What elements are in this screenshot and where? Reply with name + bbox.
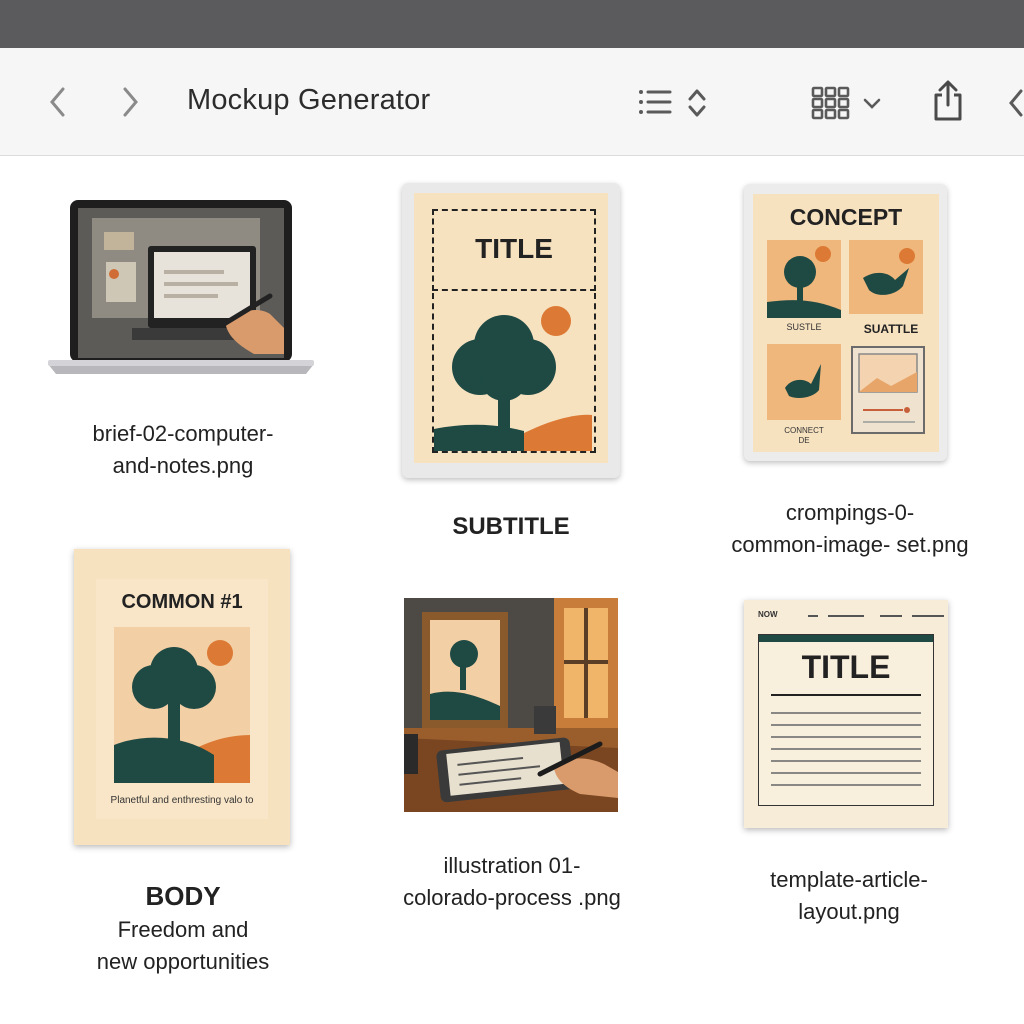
toolbar-overflow-button[interactable]	[1006, 86, 1024, 120]
tree-tile	[767, 240, 841, 318]
back-button[interactable]	[40, 84, 76, 120]
file-name-line: and-notes.png	[112, 453, 254, 478]
concept-label-line: CONNECT	[784, 426, 824, 435]
file-name-line: crompings-0-	[785, 500, 915, 525]
file-name: illustration 01- colorado-process .png	[372, 850, 652, 914]
caption-heading: BODY	[145, 881, 221, 911]
file-name-line: template-article-	[770, 867, 928, 892]
sort-updown-icon	[688, 89, 706, 117]
file-name-line: colorado-process .png	[403, 885, 621, 910]
chevron-left-icon	[1009, 89, 1023, 117]
desk-illustration	[404, 598, 618, 812]
file-thumbnail-concept[interactable]: CONCEPT SUSTLE SUATTLE CONNECT DE	[744, 184, 947, 461]
poster-body-text: Planetful and enthresting valo to	[110, 795, 254, 806]
concept-label: CONNECT DE	[767, 426, 841, 446]
poster-sheet: TITLE	[414, 193, 608, 463]
chevron-down-icon	[863, 98, 881, 109]
forward-button[interactable]	[112, 84, 148, 120]
list-view-button[interactable]	[636, 86, 674, 118]
view-options-button[interactable]	[860, 92, 884, 116]
template-small-label: NOW	[758, 610, 778, 619]
concept-label: SUSTLE	[786, 322, 822, 332]
file-name: crompings-0- common-image- set.png	[716, 497, 984, 561]
bird-tile	[849, 240, 923, 314]
file-name: brief-02-computer- and-notes.png	[40, 418, 326, 482]
file-thumbnail-common-poster[interactable]: COMMON #1 Planetful and enthresting valo…	[74, 549, 290, 845]
template-top-bar	[759, 635, 933, 642]
file-thumbnail-desk-illustration[interactable]	[404, 598, 618, 812]
file-name-line: layout.png	[798, 899, 900, 924]
file-thumbnail-article-template[interactable]: NOW TITLE	[744, 600, 948, 828]
grid-view-icon	[811, 86, 850, 120]
poster-title: TITLE	[475, 233, 553, 264]
file-name-line: illustration 01-	[443, 853, 581, 878]
tree-illustration	[114, 627, 250, 783]
concept-title: CONCEPT	[789, 204, 903, 230]
file-name: template-article- layout.png	[716, 864, 982, 928]
template-title: TITLE	[801, 649, 891, 685]
list-view-icon	[639, 90, 672, 114]
chevron-right-icon	[123, 87, 138, 117]
share-button[interactable]	[928, 78, 968, 124]
grid-view-button[interactable]	[808, 84, 854, 122]
caption-line: Freedom and	[117, 917, 249, 942]
template-text-lines	[771, 694, 921, 786]
file-caption: BODY Freedom and new opportunities	[40, 878, 326, 978]
file-name-line: common-image- set.png	[731, 532, 969, 557]
file-name: SUBTITLE	[452, 513, 570, 540]
sort-button[interactable]	[684, 86, 710, 120]
window-titlebar	[0, 0, 1024, 48]
concept-label: SUATTLE	[863, 322, 919, 336]
file-thumbnail-title-poster[interactable]: TITLE	[402, 183, 620, 478]
caption-line: new opportunities	[96, 949, 270, 974]
bird-tile	[767, 344, 841, 420]
framed-sketch	[851, 346, 925, 434]
poster-title: COMMON #1	[121, 591, 243, 613]
window-title: Mockup Generator	[187, 84, 431, 116]
poster-inner: COMMON #1 Planetful and enthresting valo…	[96, 579, 268, 819]
share-icon	[934, 80, 962, 121]
laptop-illustration	[48, 200, 314, 374]
concept-sheet: CONCEPT SUSTLE SUATTLE CONNECT DE	[753, 194, 939, 452]
chevron-left-icon	[50, 87, 65, 117]
file-thumbnail-laptop[interactable]	[48, 198, 314, 378]
concept-label-line: DE	[798, 436, 810, 445]
tree-illustration	[434, 306, 592, 451]
template-header-dashes	[808, 615, 944, 617]
file-name-line: brief-02-computer-	[92, 421, 274, 446]
template-frame: TITLE	[758, 634, 934, 806]
